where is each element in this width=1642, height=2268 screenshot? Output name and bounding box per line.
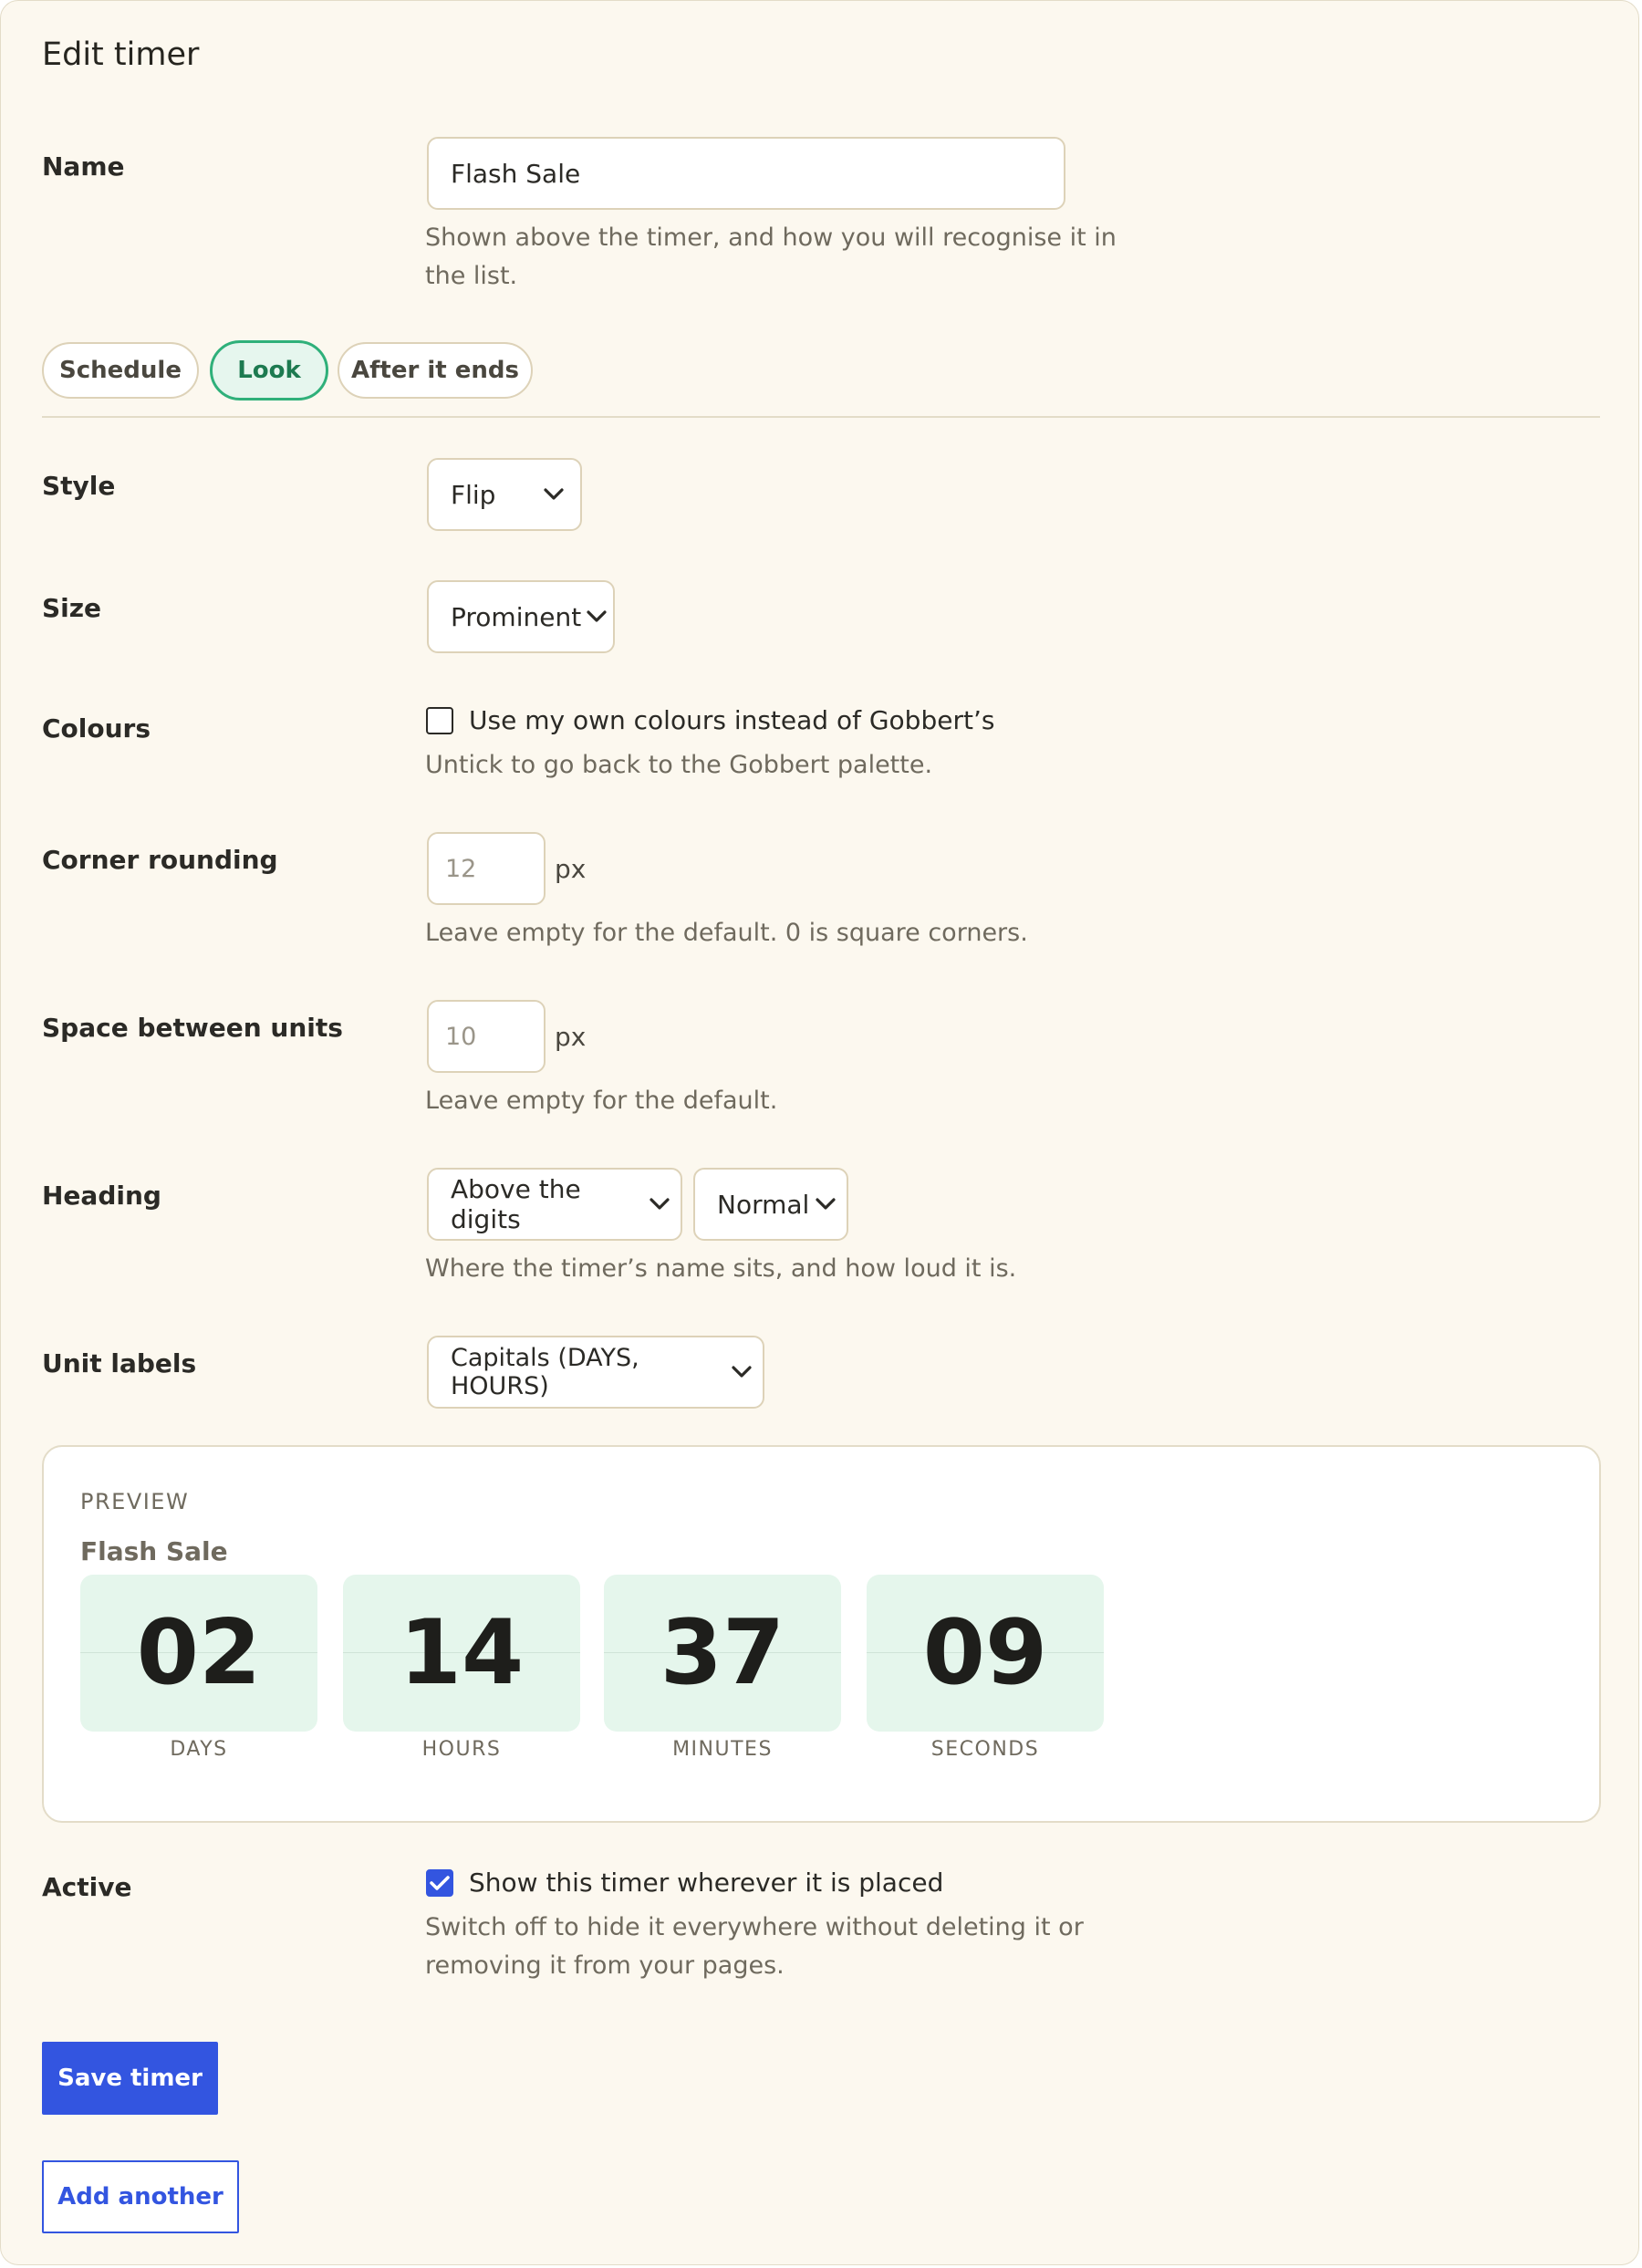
- active-checkbox-label: Show this timer wherever it is placed: [469, 1867, 944, 1898]
- heading-position-value: Above the digits: [451, 1174, 581, 1234]
- heading-position-select[interactable]: Above the digits: [427, 1168, 682, 1241]
- corner-rounding-input[interactable]: 12: [427, 832, 546, 905]
- preview-minutes-box: 37: [604, 1575, 841, 1732]
- active-checkbox[interactable]: [426, 1869, 453, 1897]
- name-input[interactable]: Flash Sale: [427, 137, 1065, 210]
- preview-days-value: 02: [136, 1601, 262, 1705]
- tab-after-it-ends[interactable]: After it ends: [338, 342, 533, 399]
- tabs-divider: [42, 416, 1600, 418]
- heading-label: Heading: [42, 1181, 161, 1211]
- unit-labels-value: Capitals (DAYS, HOURS): [451, 1344, 639, 1400]
- preview-seconds-box: 09: [867, 1575, 1104, 1732]
- active-label: Active: [42, 1872, 132, 1902]
- colours-label: Colours: [42, 713, 151, 744]
- colours-checkbox[interactable]: [426, 707, 453, 734]
- chevron-down-icon: [544, 488, 564, 500]
- preview-caption: PREVIEW: [80, 1489, 190, 1514]
- preview-hours-value: 14: [399, 1601, 525, 1705]
- name-input-value: Flash Sale: [451, 158, 581, 189]
- preview-minutes-label: MINUTES: [672, 1738, 773, 1761]
- tab-schedule[interactable]: Schedule: [42, 342, 199, 399]
- add-another-button[interactable]: Add another: [42, 2160, 239, 2233]
- name-label: Name: [42, 151, 125, 182]
- preview-hours-label: HOURS: [421, 1738, 502, 1761]
- active-help: Switch off to hide it everywhere without…: [425, 1913, 1084, 1980]
- size-select[interactable]: Prominent: [427, 580, 615, 653]
- heading-help: Where the timer’s name sits, and how lou…: [425, 1254, 1017, 1283]
- style-label: Style: [42, 471, 116, 501]
- heading-size-select[interactable]: Normal: [693, 1168, 848, 1241]
- save-timer-button[interactable]: Save timer: [42, 2042, 218, 2115]
- heading-size-value: Normal: [717, 1189, 810, 1220]
- unit-labels-select[interactable]: Capitals (DAYS, HOURS): [427, 1336, 764, 1409]
- preview-days-label: DAYS: [170, 1738, 228, 1761]
- preview-minutes-value: 37: [660, 1601, 785, 1705]
- corner-rounding-placeholder: 12: [445, 854, 477, 883]
- checkmark-icon: [430, 1876, 450, 1890]
- style-select-value: Flip: [451, 479, 496, 510]
- chevron-down-icon: [650, 1198, 670, 1210]
- unit-labels-label: Unit labels: [42, 1348, 197, 1378]
- preview-seconds-label: SECONDS: [930, 1738, 1040, 1761]
- name-help: Shown above the timer, and how you will …: [425, 224, 1117, 290]
- preview-hours-box: 14: [343, 1575, 580, 1732]
- preview-days-box: 02: [80, 1575, 317, 1732]
- space-between-label: Space between units: [42, 1013, 343, 1043]
- preview-seconds-value: 09: [922, 1601, 1048, 1705]
- corner-rounding-help: Leave empty for the default. 0 is square…: [425, 919, 1028, 947]
- page-title: Edit timer: [42, 36, 200, 73]
- colours-help: Untick to go back to the Gobbert palette…: [425, 751, 933, 779]
- tab-look[interactable]: Look: [210, 340, 328, 401]
- chevron-down-icon: [732, 1366, 752, 1378]
- size-label: Size: [42, 593, 102, 623]
- space-between-placeholder: 10: [445, 1022, 477, 1051]
- style-select[interactable]: Flip: [427, 458, 582, 531]
- preview-timer-name: Flash Sale: [80, 1536, 228, 1566]
- chevron-down-icon: [587, 610, 607, 622]
- size-select-value: Prominent: [451, 601, 582, 632]
- space-between-unit: px: [555, 1022, 587, 1052]
- colours-checkbox-label: Use my own colours instead of Gobbert’s: [469, 705, 995, 735]
- corner-rounding-unit: px: [555, 854, 587, 884]
- corner-rounding-label: Corner rounding: [42, 845, 278, 875]
- space-between-help: Leave empty for the default.: [425, 1087, 778, 1115]
- chevron-down-icon: [816, 1198, 836, 1210]
- space-between-input[interactable]: 10: [427, 1000, 546, 1073]
